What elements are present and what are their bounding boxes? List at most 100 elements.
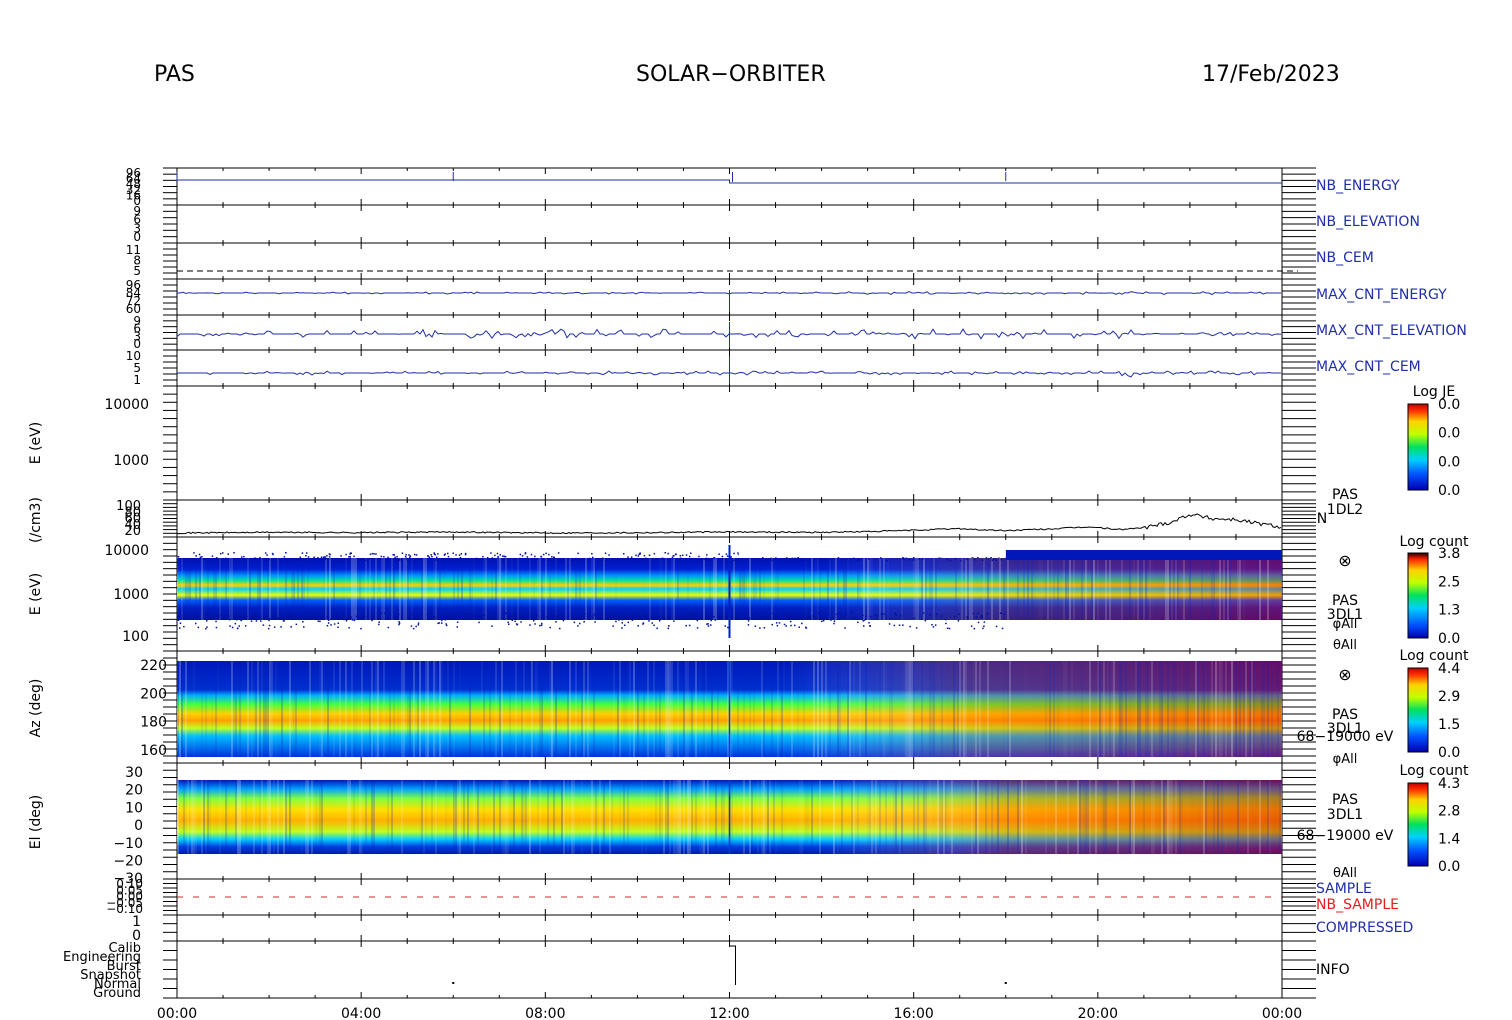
azimuth-spectrogram-streak bbox=[913, 661, 915, 757]
elevation-spectrogram-streak bbox=[943, 780, 945, 854]
x-tick-label: 12:00 bbox=[709, 1006, 749, 1020]
energy-speckle bbox=[343, 618, 345, 621]
energy-speckle bbox=[581, 558, 584, 560]
elevation-spectrogram-streak bbox=[477, 780, 479, 854]
azimuth-spectrogram-streak bbox=[353, 661, 355, 757]
energy-spectrogram-streak bbox=[501, 558, 503, 620]
azimuth-spectrogram-streak bbox=[1161, 661, 1163, 757]
energy-speckle bbox=[222, 552, 224, 554]
energy-side-label: θAll bbox=[1333, 638, 1357, 653]
elevation-spectrogram-streak bbox=[359, 780, 361, 854]
energy-spectrogram-streak bbox=[1051, 558, 1053, 620]
energy-speckle bbox=[615, 620, 617, 623]
energy-speckle bbox=[748, 618, 750, 620]
energy-speckle bbox=[621, 622, 623, 624]
energy-speckle bbox=[635, 559, 637, 562]
elevation-spectrogram-streak bbox=[1279, 780, 1281, 854]
azimuth-spectrogram-streak bbox=[749, 661, 751, 757]
elevation-spectrogram-streak bbox=[205, 780, 207, 854]
energy-speckle bbox=[201, 556, 203, 558]
elevation-spectrogram-streak bbox=[1221, 780, 1223, 854]
energy-speckle bbox=[623, 553, 625, 555]
azimuth-spectrogram-streak bbox=[711, 661, 713, 757]
energy-speckle bbox=[772, 612, 774, 615]
energy-spectrogram-streak bbox=[1121, 558, 1123, 620]
energy-speckle bbox=[648, 554, 651, 556]
energy-spectrogram-streak bbox=[203, 558, 205, 620]
energy-spectrogram-streak bbox=[959, 558, 961, 620]
azimuth-spectrogram-streak bbox=[987, 661, 989, 757]
energy-spectrogram-streak bbox=[219, 558, 221, 620]
energy-spectrogram-streak bbox=[879, 558, 881, 620]
elevation-spectrogram-streak bbox=[1247, 780, 1249, 854]
energy-speckle bbox=[326, 555, 328, 557]
energy-speckle bbox=[771, 559, 774, 562]
energy-speckle bbox=[975, 616, 978, 618]
azimuth-spectrogram-streak bbox=[1107, 661, 1109, 757]
energy-speckle bbox=[898, 624, 901, 626]
azimuth-spectrogram-streak bbox=[255, 661, 257, 757]
energy-speckle bbox=[1003, 613, 1006, 615]
energy-speckle bbox=[491, 557, 494, 559]
energy-spectrogram-streak bbox=[677, 558, 679, 620]
max-cnt-cem-ticks bbox=[163, 349, 1316, 387]
azimuth-spectrogram-streak bbox=[1109, 661, 1111, 757]
energy-speckle bbox=[206, 626, 208, 628]
azimuth-spectrogram-streak bbox=[459, 661, 461, 757]
azimuth-spectrogram-streak bbox=[737, 661, 739, 757]
energy-speckle bbox=[583, 621, 585, 623]
energy-speckle bbox=[929, 613, 931, 616]
energy-tick-label: 10000 bbox=[104, 543, 149, 559]
energy-speckle bbox=[875, 615, 878, 617]
azimuth-spectrogram-streak bbox=[469, 661, 471, 757]
energy-spectrogram-streak bbox=[291, 558, 293, 620]
azimuth-spectrogram-streak bbox=[905, 661, 907, 757]
elevation-spectrogram-streak bbox=[735, 780, 737, 854]
azimuth-spectrogram-streak bbox=[1111, 661, 1113, 757]
elevation-spectrogram-streak bbox=[857, 780, 859, 854]
elevation-spectrogram-streak bbox=[917, 780, 919, 854]
elevation-spectrogram-streak bbox=[401, 780, 403, 854]
je-ylabel: E (eV) bbox=[28, 422, 44, 464]
panels-layer: 96644832160NB_ENERGY9630NB_ELEVATION1185… bbox=[28, 166, 1469, 1020]
elevation-spectrogram-streak bbox=[1187, 780, 1189, 854]
stacked-time-series-plot: 96644832160NB_ENERGY9630NB_ELEVATION1185… bbox=[28, 166, 1469, 1020]
energy-speckle bbox=[333, 623, 336, 625]
energy-speckle bbox=[326, 625, 329, 627]
energy-speckle bbox=[325, 557, 328, 560]
energy-speckle bbox=[208, 612, 211, 614]
azimuth-spectrogram-streak bbox=[1145, 661, 1147, 757]
energy-speckle bbox=[441, 619, 443, 622]
azimuth-spectrogram-streak bbox=[1049, 661, 1051, 757]
energy-spectrogram-streak bbox=[517, 558, 519, 620]
energy-speckle bbox=[710, 624, 712, 626]
density-side-label: 1DL2 bbox=[1327, 502, 1363, 518]
energy-speckle bbox=[268, 558, 270, 561]
energy-speckle bbox=[667, 627, 669, 630]
energy-spectrogram-streak bbox=[353, 558, 355, 620]
energy-spectrogram-streak bbox=[365, 558, 367, 620]
elevation-spectrogram-streak bbox=[285, 780, 287, 854]
energy-speckle bbox=[359, 617, 361, 619]
elevation-spectrogram-streak bbox=[493, 780, 495, 854]
energy-speckle bbox=[886, 559, 888, 562]
nb-energy-label: NB_ENERGY bbox=[1316, 178, 1400, 194]
energy-speckle bbox=[931, 624, 933, 626]
elevation-spectrogram-streak bbox=[767, 780, 769, 854]
azimuth-spectrogram-streak bbox=[215, 661, 217, 757]
energy-spectrogram-streak bbox=[345, 558, 347, 620]
azimuth-spectrogram-streak bbox=[1245, 661, 1247, 757]
energy-speckle bbox=[833, 622, 835, 625]
energy-speckle bbox=[398, 623, 400, 626]
energy-spectrogram-streak bbox=[569, 558, 571, 620]
info-point bbox=[1004, 982, 1007, 984]
energy-speckle bbox=[966, 617, 969, 620]
azimuth-spectrogram-streak bbox=[1207, 661, 1209, 757]
azimuth-spectrogram-streak bbox=[629, 661, 631, 757]
energy-speckle bbox=[570, 559, 573, 562]
energy-speckle bbox=[775, 622, 778, 624]
energy-speckle bbox=[281, 615, 283, 617]
energy-speckle bbox=[371, 552, 374, 555]
energy-speckle bbox=[317, 557, 319, 559]
energy-spectrogram-streak bbox=[225, 558, 227, 620]
